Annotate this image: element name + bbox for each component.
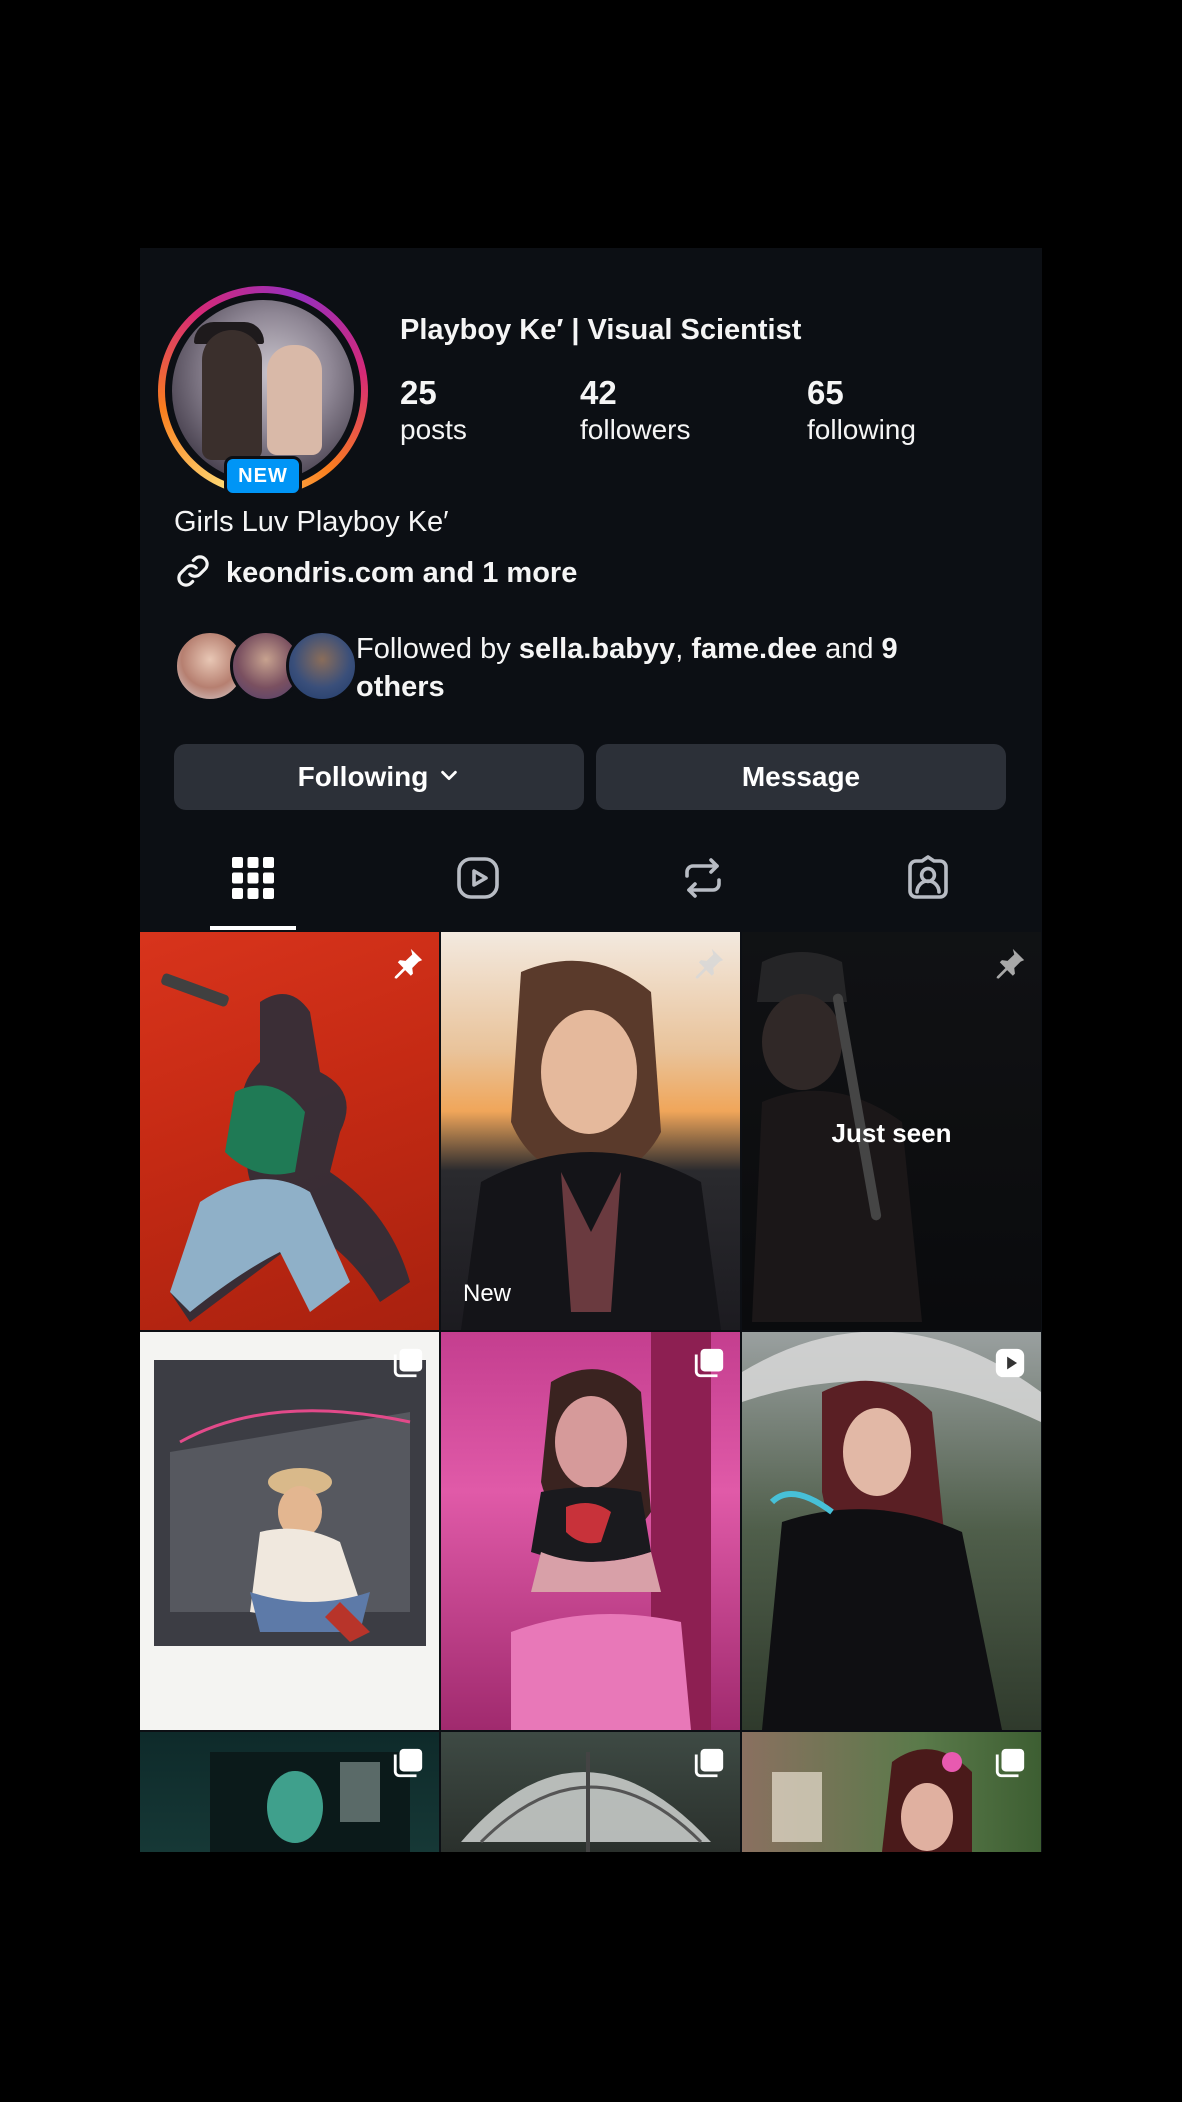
grid-post[interactable]: Just seen	[742, 932, 1041, 1330]
posts-stat[interactable]: 25 posts	[400, 374, 467, 448]
link-icon	[174, 552, 212, 595]
profile-header: NEW Playboy Ke′ | Visual Scientist 25 po…	[140, 248, 1042, 932]
grid-post[interactable]	[441, 1732, 740, 1852]
followed-by-text: Followed by sella.babyy, fame.dee and 9 …	[356, 633, 898, 703]
profile-bio: Girls Luv Playboy Ke′	[174, 506, 449, 538]
profile-tabs	[140, 828, 1042, 932]
message-button-label: Message	[741, 761, 861, 792]
grid-post[interactable]	[441, 1332, 740, 1730]
posts-label: posts	[400, 414, 467, 445]
grid-post[interactable]	[140, 932, 439, 1330]
followers-stat[interactable]: 42 followers	[580, 374, 690, 448]
following-count: 65	[807, 374, 844, 411]
new-story-badge: NEW	[224, 456, 302, 496]
mutual-user[interactable]: sella.babyy	[519, 633, 675, 665]
grid-post[interactable]	[140, 1732, 439, 1852]
carousel-icon	[391, 1346, 425, 1385]
mutual-avatar	[286, 630, 358, 702]
carousel-icon	[692, 1346, 726, 1385]
following-label: following	[807, 414, 916, 445]
mutual-avatars	[174, 630, 358, 702]
grid-icon	[231, 856, 274, 904]
profile-screen: NEW Playboy Ke′ | Visual Scientist 25 po…	[140, 248, 1042, 1852]
following-button[interactable]: Following	[174, 744, 584, 810]
reels-icon	[454, 854, 502, 907]
profile-avatar[interactable]: NEW	[158, 286, 368, 496]
new-post-label: New	[463, 1280, 512, 1307]
tab-reels[interactable]	[365, 828, 590, 932]
posts-count: 25	[400, 374, 437, 411]
grid-post[interactable]	[140, 1332, 439, 1730]
followers-label: followers	[580, 414, 691, 445]
link-text: keondris.com and 1 more	[226, 557, 578, 589]
mutual-user[interactable]: fame.dee	[691, 633, 817, 665]
avatar-image	[172, 300, 354, 482]
pin-icon	[391, 946, 425, 985]
grid-post[interactable]	[742, 1732, 1041, 1852]
followed-by[interactable]: Followed by sella.babyy, fame.dee and 9 …	[174, 630, 946, 706]
carousel-icon	[993, 1746, 1027, 1785]
reel-icon	[993, 1346, 1027, 1385]
tab-tagged[interactable]	[815, 828, 1040, 932]
active-tab-indicator	[210, 926, 296, 930]
tagged-icon	[904, 854, 952, 907]
following-button-label: Following	[297, 761, 429, 792]
just-seen-label: Just seen	[831, 1118, 952, 1148]
profile-name: Playboy Ke′ | Visual Scientist	[400, 314, 802, 346]
pin-icon	[692, 946, 726, 985]
message-button[interactable]: Message	[596, 744, 1006, 810]
carousel-icon	[692, 1746, 726, 1785]
pin-icon	[993, 946, 1027, 985]
chevron-down-icon	[438, 761, 460, 793]
following-stat[interactable]: 65 following	[807, 374, 916, 448]
tab-reposts[interactable]	[590, 828, 815, 932]
tab-posts-grid[interactable]	[140, 828, 365, 932]
profile-link[interactable]: keondris.com and 1 more	[174, 552, 577, 595]
followers-count: 42	[580, 374, 617, 411]
grid-post[interactable]: New	[441, 932, 740, 1330]
carousel-icon	[391, 1746, 425, 1785]
grid-post[interactable]	[742, 1332, 1041, 1730]
reposts-icon	[679, 854, 727, 907]
